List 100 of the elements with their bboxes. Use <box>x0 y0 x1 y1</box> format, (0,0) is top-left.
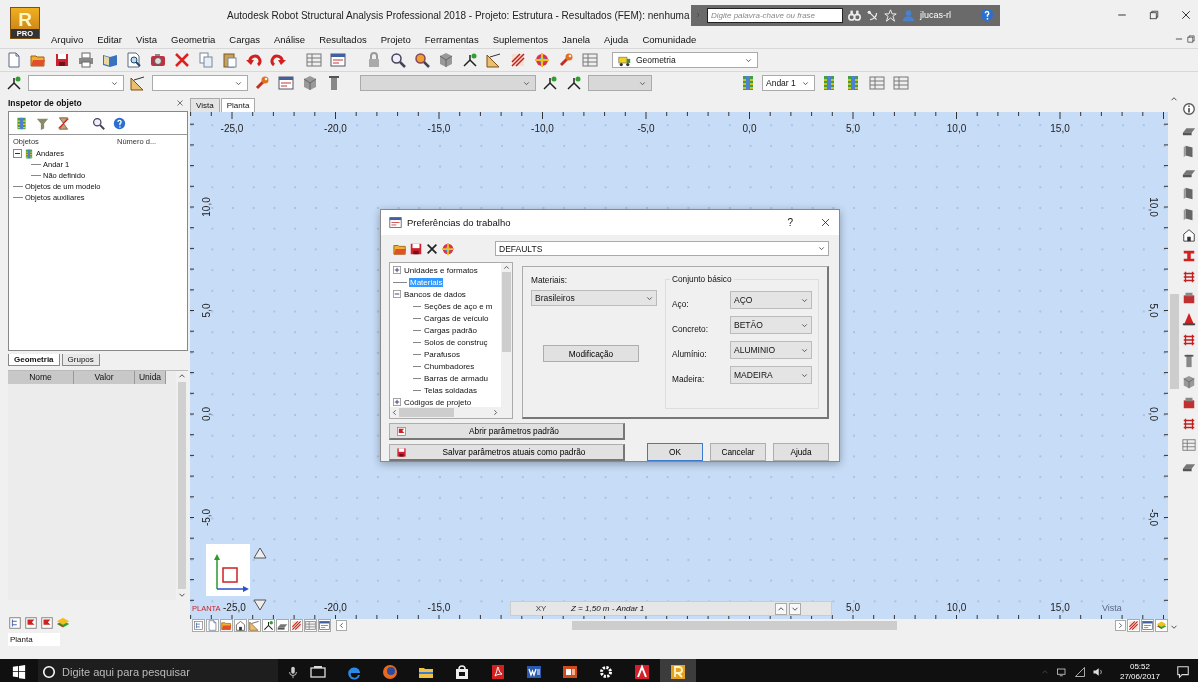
column-header[interactable]: Nome <box>8 371 74 384</box>
tab[interactable]: Planta <box>220 98 256 112</box>
menu-item[interactable]: Arquivo <box>44 33 91 45</box>
menu-item[interactable]: Suplementos <box>485 33 556 45</box>
window-icon[interactable] <box>318 619 331 632</box>
tree-icon[interactable] <box>8 616 22 630</box>
close-icon[interactable] <box>1180 9 1192 21</box>
scroll-left-icon[interactable] <box>390 408 399 417</box>
tree-item[interactable]: Chumbadores <box>423 361 476 371</box>
grid-icon[interactable] <box>1182 333 1196 347</box>
search-icon[interactable] <box>390 52 406 68</box>
dialog-button[interactable]: Cancelar <box>710 443 766 461</box>
scrollbar-thumb[interactable] <box>572 621 897 630</box>
window-icon[interactable] <box>330 52 346 68</box>
binoculars-icon[interactable] <box>848 8 861 22</box>
tree-item[interactable]: Bancos de dados <box>403 289 467 299</box>
wrench-icon[interactable] <box>254 75 270 91</box>
printer-icon[interactable] <box>78 52 94 68</box>
ruler-icon[interactable] <box>130 75 146 91</box>
menu-item[interactable]: Janela <box>555 33 598 45</box>
table-icon[interactable] <box>306 52 322 68</box>
tree-item[interactable]: Cargas de veículo <box>423 313 490 323</box>
cube-icon[interactable] <box>438 52 454 68</box>
save-defaults-button[interactable]: Salvar parâmetros atuais como padrão <box>389 444 625 461</box>
tree-item[interactable]: Barras de armadu <box>423 373 490 383</box>
table-icon[interactable] <box>582 52 598 68</box>
restore-icon[interactable] <box>1186 34 1196 44</box>
task-view-icon[interactable] <box>310 664 326 680</box>
scroll-up-icon[interactable] <box>502 263 511 272</box>
material-dropdown[interactable]: AÇO <box>730 291 812 309</box>
triangle-icon[interactable] <box>253 547 267 559</box>
preset-dropdown[interactable]: DEFAULTS <box>495 241 829 257</box>
table-icon[interactable] <box>868 75 885 91</box>
grid-icon[interactable] <box>1182 270 1196 284</box>
node-icon[interactable] <box>542 75 558 91</box>
expander-icon[interactable] <box>13 149 22 158</box>
pdf-icon[interactable] <box>490 664 506 680</box>
microphone-icon[interactable] <box>286 665 300 679</box>
grid-icon[interactable] <box>1182 417 1196 431</box>
column-header[interactable]: Unida <box>135 371 166 384</box>
floor-dropdown[interactable]: Andar 1 <box>762 75 815 91</box>
open-folder-icon[interactable] <box>30 52 46 68</box>
book-icon[interactable] <box>102 52 118 68</box>
node-icon[interactable] <box>462 52 478 68</box>
beam-icon[interactable] <box>1182 249 1196 263</box>
help-icon[interactable] <box>980 8 994 22</box>
tree-item[interactable]: Unidades e formatos <box>403 265 479 275</box>
column-icon[interactable] <box>1182 354 1196 368</box>
menu-item[interactable]: Vista <box>129 33 164 45</box>
node-icon[interactable] <box>262 619 275 632</box>
house-icon[interactable] <box>1182 228 1196 242</box>
wrench-icon[interactable] <box>558 52 574 68</box>
browser-icon[interactable] <box>382 664 398 680</box>
hourglass-icon[interactable] <box>57 116 70 130</box>
hatched-square-icon[interactable] <box>290 619 303 632</box>
tree-item[interactable]: Códigos de projeto <box>403 397 473 407</box>
presentation-icon[interactable] <box>562 664 578 680</box>
modify-button[interactable]: Modificação <box>543 345 639 362</box>
menu-item[interactable]: Ajuda <box>597 33 636 45</box>
column-icon[interactable] <box>326 75 342 91</box>
dialog-button[interactable]: OK <box>647 443 703 461</box>
menu-item[interactable]: Geometria <box>164 33 223 45</box>
house-icon[interactable] <box>234 619 247 632</box>
brick-icon[interactable] <box>1182 291 1196 305</box>
info-icon[interactable] <box>1182 102 1196 116</box>
dialog-button[interactable]: Ajuda <box>773 443 829 461</box>
funnel-icon[interactable] <box>36 116 49 130</box>
tab[interactable]: Grupos <box>61 354 100 366</box>
save-icon[interactable] <box>54 52 70 68</box>
table-icon[interactable] <box>304 619 317 632</box>
zoom-icon[interactable] <box>414 52 430 68</box>
menu-item[interactable]: Ferramentas <box>417 33 486 45</box>
target-icon[interactable] <box>534 52 550 68</box>
tree-item[interactable]: Cargas padrão <box>423 325 478 335</box>
tab[interactable]: Vista <box>190 98 220 112</box>
wall-icon[interactable] <box>1182 144 1196 158</box>
scrollbar-thumb[interactable] <box>502 272 511 352</box>
menu-item[interactable]: Editar <box>90 33 130 45</box>
signal-icon[interactable] <box>1073 666 1086 678</box>
user-name[interactable]: jlucas-rl <box>920 10 951 20</box>
tree-icon[interactable] <box>192 619 205 632</box>
node-icon[interactable] <box>566 75 582 91</box>
taskbar-search-field[interactable]: Digite aqui para pesquisar <box>38 659 278 682</box>
browser-icon[interactable] <box>346 664 362 680</box>
app-icon[interactable] <box>634 664 650 680</box>
materials-dropdown[interactable]: Brasileiros <box>531 290 657 306</box>
menu-item[interactable]: Análise <box>267 33 313 45</box>
help-button[interactable]: ? <box>783 216 797 228</box>
tree-item[interactable]: Solos de construç <box>423 337 489 347</box>
table-icon[interactable] <box>1182 438 1196 452</box>
table-icon[interactable] <box>892 75 909 91</box>
scroll-right-icon[interactable] <box>1115 620 1126 631</box>
building-icon[interactable] <box>740 75 756 91</box>
windows-icon[interactable] <box>12 665 26 679</box>
search-icon[interactable] <box>92 116 105 130</box>
help-icon[interactable] <box>113 116 126 130</box>
menu-item[interactable]: Cargas <box>222 33 267 45</box>
material-dropdown[interactable]: MADEIRA <box>730 366 812 384</box>
triangle-ruler-icon[interactable] <box>486 52 502 68</box>
menu-item[interactable]: Projeto <box>373 33 418 45</box>
